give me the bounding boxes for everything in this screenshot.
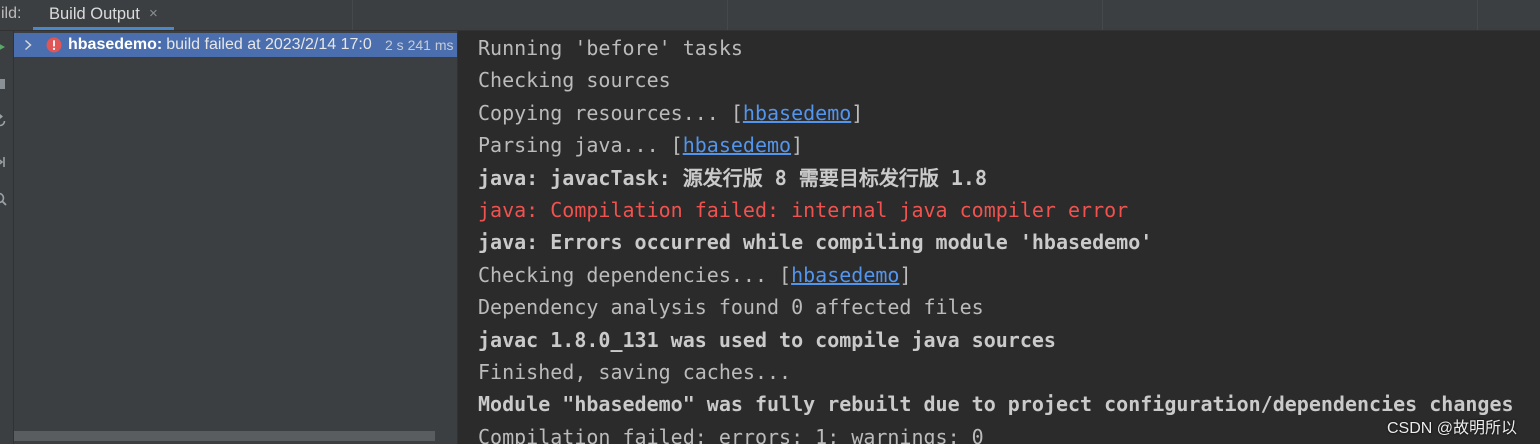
header-divider [352, 0, 353, 30]
console-text: javac 1.8.0_131 was used to compile java… [478, 327, 1056, 352]
console-text: java: javacTask: 源发行版 8 需要目标发行版 1.8 [478, 165, 987, 190]
console-error-line: java: Compilation failed: internal java … [478, 194, 1540, 226]
tool-window-header: ild: Build Output × [0, 0, 1540, 31]
console-text: Running 'before' tasks [478, 36, 743, 60]
build-tree[interactable]: hbasedemo: build failed at 2023/2/14 17:0… [14, 31, 457, 444]
watermark: CSDN @故明所以 [1387, 420, 1518, 437]
tab-build-output[interactable]: Build Output × [33, 0, 174, 30]
build-duration: 2 s 241 ms [385, 37, 454, 53]
expand-icon[interactable] [0, 154, 8, 170]
tool-window-title: ild: [1, 5, 22, 22]
tree-row-text: hbasedemo: build failed at 2023/2/14 17:0 [68, 33, 381, 57]
stop-icon[interactable] [0, 76, 8, 92]
module-link[interactable]: hbasedemo [683, 133, 791, 157]
module-name: hbasedemo: [68, 36, 163, 53]
console-text: ] [851, 100, 864, 125]
console-text: Copying resources... [ [478, 100, 743, 125]
rerun-icon[interactable] [0, 39, 8, 55]
console-text: Module "hbasedemo" was fully rebuilt due… [478, 392, 1514, 417]
console-text: ] [899, 262, 912, 287]
build-toolbar [0, 31, 14, 444]
close-icon[interactable]: × [149, 0, 158, 28]
console-line: Checking sources [478, 64, 1540, 96]
console-text: Finished, saving caches... [478, 359, 792, 384]
tab-label: Build Output [49, 5, 140, 23]
tab-selected-indicator [33, 27, 174, 30]
horizontal-scrollbar[interactable] [14, 431, 435, 441]
console-line: Parsing java... [hbasedemo] [478, 129, 1540, 161]
console-line: Finished, saving caches... [478, 356, 1540, 388]
refresh-icon[interactable] [0, 113, 8, 129]
header-divider [727, 0, 728, 30]
error-icon [46, 37, 62, 53]
console-text: Checking dependencies... [ [478, 262, 792, 287]
console-line: Module "hbasedemo" was fully rebuilt due… [478, 388, 1540, 420]
build-status-message: build failed at 2023/2/14 17:0 [166, 36, 372, 53]
search-icon[interactable] [0, 191, 8, 207]
console-line: Checking dependencies... [hbasedemo] [478, 259, 1540, 291]
chevron-right-icon[interactable] [23, 39, 33, 51]
console-text: ] [791, 133, 804, 158]
console-text: java: Compilation failed: internal java … [478, 197, 1129, 222]
console-line: javac 1.8.0_131 was used to compile java… [478, 324, 1540, 356]
console-text: Compilation failed: errors: 1; warnings:… [478, 424, 984, 444]
tree-row-build-result[interactable]: hbasedemo: build failed at 2023/2/14 17:0… [14, 33, 457, 57]
console-text: Dependency analysis found 0 affected fil… [478, 295, 984, 320]
console-line: java: Errors occurred while compiling mo… [478, 226, 1540, 258]
header-divider [1477, 0, 1478, 30]
build-console[interactable]: Running 'before' tasks Checking sources … [458, 31, 1540, 444]
console-line: Compilation failed: errors: 1; warnings:… [478, 421, 1540, 444]
module-link[interactable]: hbasedemo [743, 101, 851, 125]
header-divider [1102, 0, 1103, 30]
console-line: java: javacTask: 源发行版 8 需要目标发行版 1.8 [478, 162, 1540, 194]
console-text: Checking sources [478, 68, 671, 93]
console-line: Running 'before' tasks [478, 32, 1540, 64]
console-text: Parsing java... [ [478, 133, 683, 158]
module-link[interactable]: hbasedemo [791, 263, 899, 287]
console-line: Dependency analysis found 0 affected fil… [478, 291, 1540, 323]
console-line: Copying resources... [hbasedemo] [478, 97, 1540, 129]
console-text: java: Errors occurred while compiling mo… [478, 230, 1153, 255]
